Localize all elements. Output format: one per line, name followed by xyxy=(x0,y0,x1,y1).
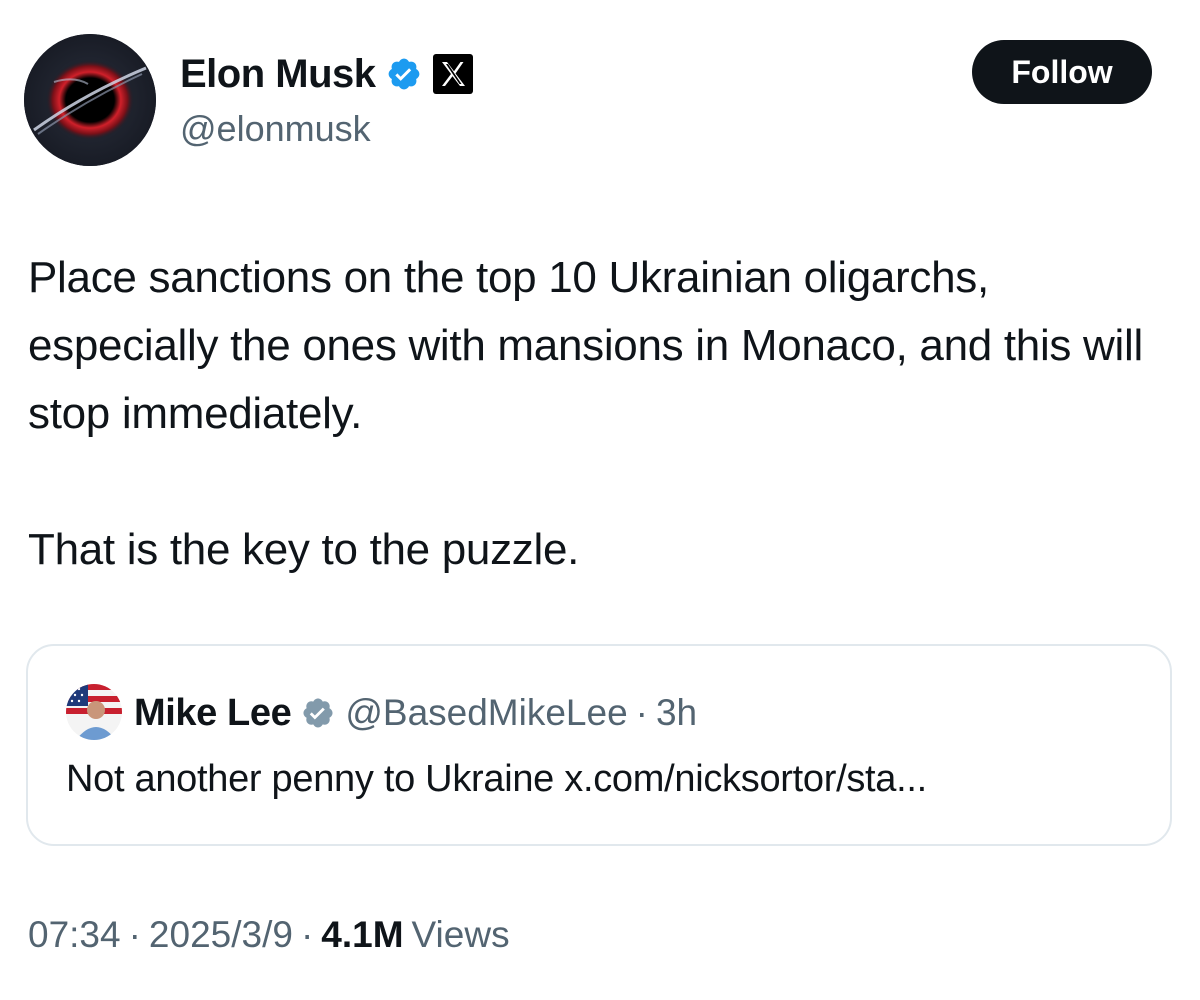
views-label: Views xyxy=(411,914,510,955)
follow-button[interactable]: Follow xyxy=(972,40,1152,104)
quoted-author-name[interactable]: Mike Lee xyxy=(134,692,292,735)
quoted-tweet-card[interactable]: Mike Lee @BasedMikeLee · 3h Not another … xyxy=(26,644,1172,846)
tweet-detail: Elon Musk @elonmusk Follow Place sanctio… xyxy=(0,0,1200,1000)
tweet-time[interactable]: 07:34 xyxy=(28,914,121,956)
verified-badge-icon xyxy=(301,696,335,730)
separator-dot: · xyxy=(128,914,141,955)
author-name-row: Elon Musk xyxy=(180,48,474,100)
flag-portrait-avatar-icon xyxy=(66,684,122,740)
verified-badge-icon[interactable] xyxy=(386,56,422,92)
quoted-author-handle[interactable]: @BasedMikeLee xyxy=(345,692,627,734)
quoted-tweet-time[interactable]: 3h xyxy=(656,692,697,734)
tweet-text: Place sanctions on the top 10 Ukrainian … xyxy=(28,244,1178,584)
quoted-tweet-text: Not another penny to Ukraine x.com/nicks… xyxy=(66,758,927,800)
x-logo-icon[interactable] xyxy=(432,53,474,95)
author-display-name[interactable]: Elon Musk xyxy=(180,52,376,97)
separator-dot: · xyxy=(635,692,648,733)
quoted-author-avatar[interactable] xyxy=(66,684,122,740)
tweet-date[interactable]: 2025/3/9 xyxy=(149,914,293,956)
separator-dot: · xyxy=(300,914,314,955)
quoted-tweet-header: Mike Lee @BasedMikeLee · 3h xyxy=(134,688,697,738)
tweet-paragraph: Place sanctions on the top 10 Ukrainian … xyxy=(28,253,1143,438)
tweet-paragraph: That is the key to the puzzle. xyxy=(28,525,580,574)
views-count[interactable]: 4.1M xyxy=(321,914,403,956)
author-handle[interactable]: @elonmusk xyxy=(180,108,371,150)
author-avatar[interactable] xyxy=(24,34,156,166)
black-hole-avatar-icon xyxy=(24,34,156,166)
tweet-meta: 07:34 · 2025/3/9 · 4.1M Views xyxy=(28,914,510,956)
